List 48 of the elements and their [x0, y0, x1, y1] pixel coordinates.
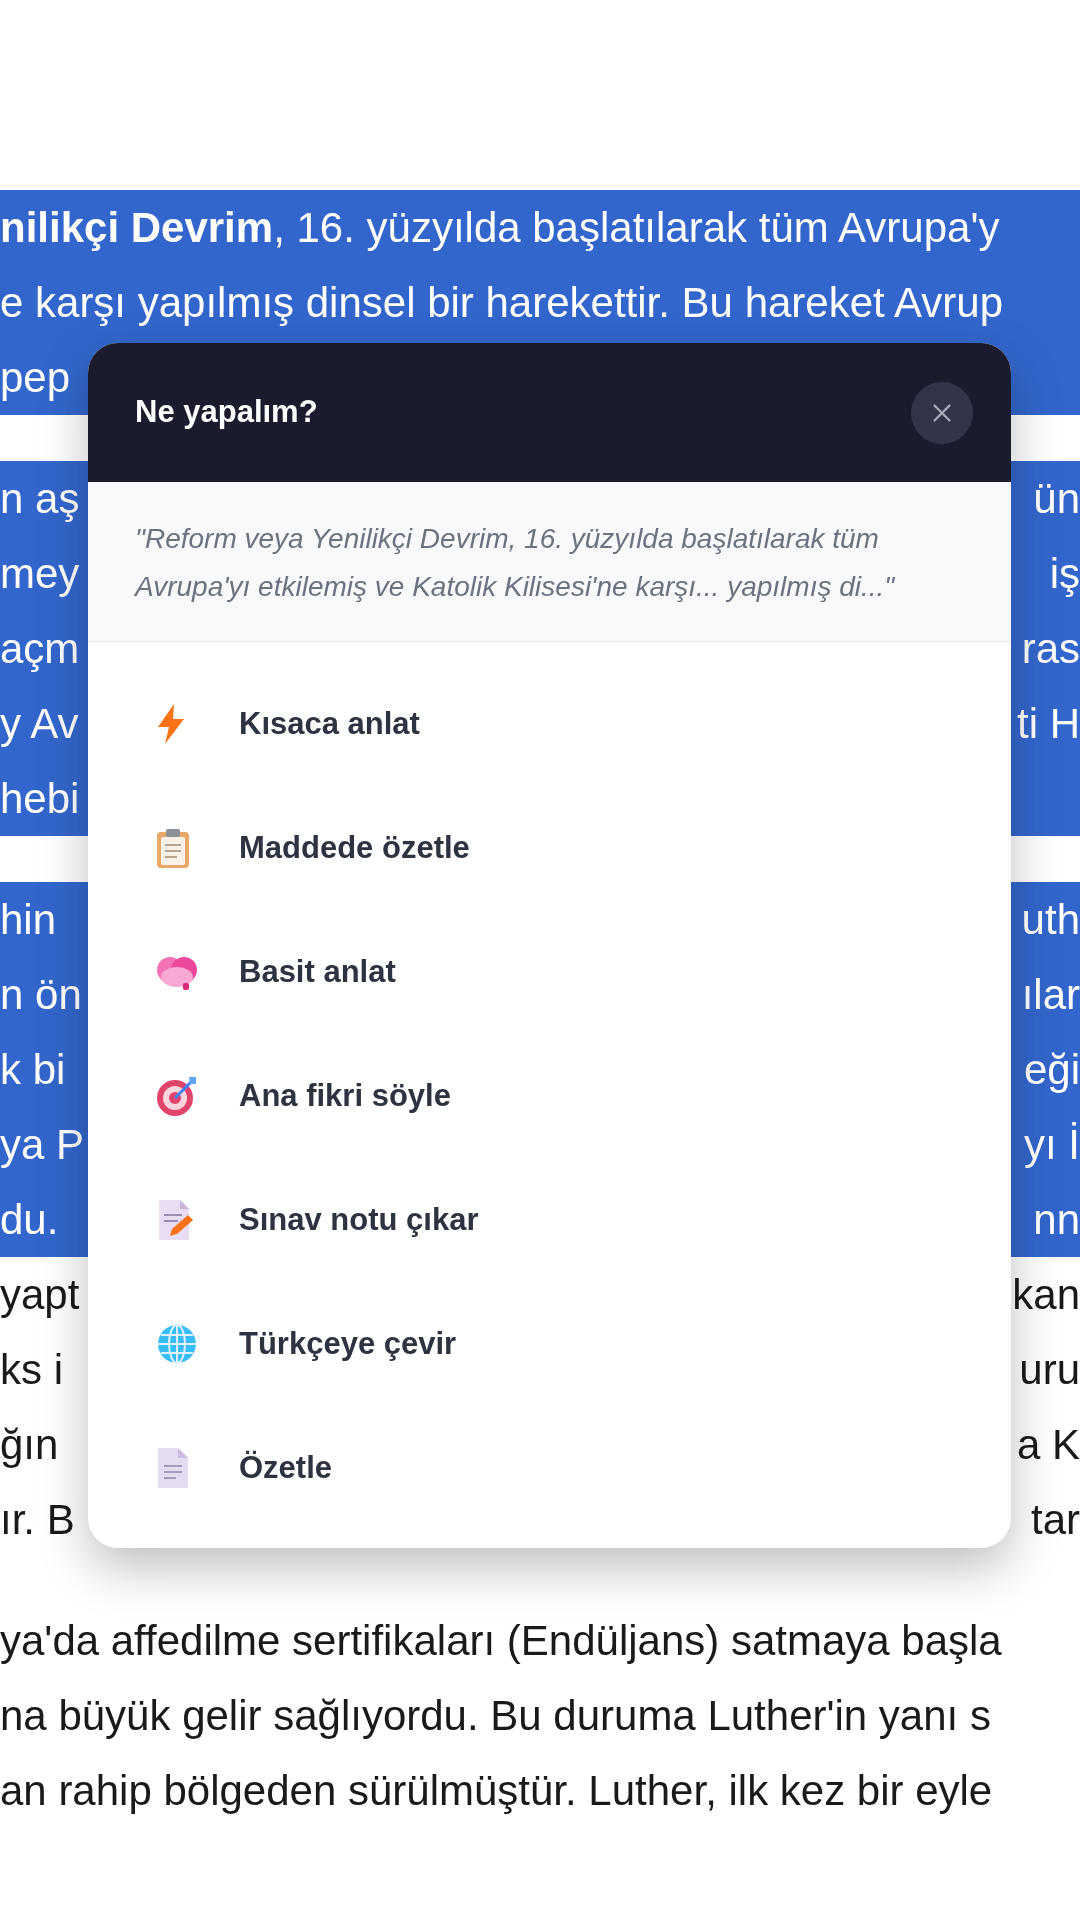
clipboard-icon [156, 828, 190, 868]
text-line: mey [0, 549, 80, 599]
text-line: ılar [1021, 970, 1080, 1020]
text-line: nn [1033, 1195, 1080, 1245]
action-menu-item[interactable]: Özetle [88, 1406, 1011, 1530]
dialog-title: Ne yapalım? [135, 393, 318, 432]
text-line: n aş [0, 474, 80, 524]
text-line: açm [0, 624, 80, 674]
text-line: ya'da affedilme sertifikaları (Endüljans) satmaya başla [0, 1616, 1002, 1666]
text-line: e karşı yapılmış dinsel bir harekettir. Bu hareket Avrup [0, 278, 1004, 328]
text-line: an rahip bölgeden sürülmüştür. Luther, ilk kez bir eyle [0, 1766, 993, 1816]
text-line: pep [0, 353, 71, 403]
text-line: y Av [0, 699, 79, 749]
text-line: yı İ [1024, 1120, 1080, 1170]
text-line: a K [1016, 1420, 1080, 1470]
text-line: ır. B [0, 1495, 75, 1545]
action-menu-item[interactable]: Maddede özetle [88, 786, 1011, 910]
action-menu-item[interactable]: Kısaca anlat [88, 662, 1011, 786]
action-menu-item[interactable]: Ana fikri söyle [88, 1034, 1011, 1158]
action-menu-item[interactable]: Sınav notu çıkar [88, 1158, 1011, 1282]
text-line: k bi [0, 1045, 66, 1095]
lightning-bolt-icon [156, 704, 186, 744]
text-line: ras [1021, 624, 1080, 674]
text-line: ya P [0, 1120, 85, 1170]
text-line: tar [1031, 1495, 1080, 1545]
text-line: eği [1023, 1045, 1080, 1095]
text-line: na büyük gelir sağlıyordu. Bu duruma Luther'in yanı s [0, 1691, 991, 1741]
globe-icon [156, 1323, 198, 1365]
document-icon [156, 1447, 190, 1489]
document-pencil-icon [156, 1199, 194, 1241]
text-line: kan [1012, 1270, 1080, 1320]
text-line: n ön [0, 970, 82, 1020]
action-menu-item[interactable]: Basit anlat [88, 910, 1011, 1034]
text-line: ti H [1017, 699, 1080, 749]
selected-text-quote: "Reform veya Yenilikçi Devrim, 16. yüzyılda başlatılarak tüm Avrupa'yı etkilemiş ve Katolik Kilisesi'ne karşı... yapılmış di..." [135, 522, 896, 604]
text-line: ks i [0, 1345, 63, 1395]
text-line: iş [1049, 549, 1080, 599]
text-line: uru [1019, 1345, 1080, 1395]
target-icon [156, 1075, 198, 1117]
text-line: uth [1021, 895, 1080, 945]
text-line: nilikçi Devrim, 16. yüzyılda başlatılarak tüm Avrupa'y [0, 203, 1000, 253]
text-line: du. [0, 1195, 59, 1245]
text-line: hin [0, 895, 57, 945]
text-line: yapt [0, 1270, 80, 1320]
action-menu-item[interactable]: Türkçeye çevir [88, 1282, 1011, 1406]
text-line: ğın [0, 1420, 59, 1470]
text-line: ün [1033, 474, 1080, 524]
text-line: hebi [0, 774, 80, 824]
